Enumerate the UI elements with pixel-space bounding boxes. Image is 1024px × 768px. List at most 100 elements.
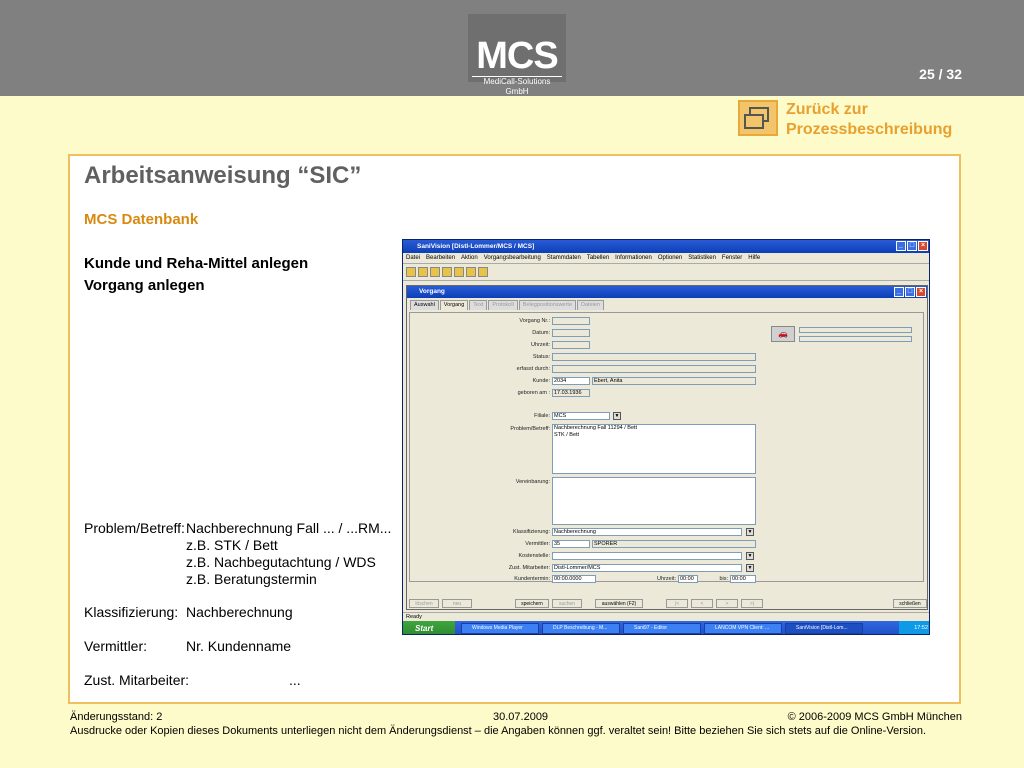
uhrzeit-bis-field[interactable]: 00:00 bbox=[730, 575, 756, 583]
vereinbarung-textarea[interactable] bbox=[552, 477, 756, 525]
status-bar: Ready bbox=[403, 612, 929, 621]
mcs-logo: MCS MediCall-Solutions GmbH bbox=[468, 14, 566, 96]
back-to-process-link[interactable]: Zurück zur Prozessbeschreibung bbox=[738, 100, 952, 140]
problem-value: Nachberechnung Fall ... / ...RM... bbox=[186, 520, 392, 536]
klass-label: Klassifizierung: bbox=[84, 604, 179, 620]
toolbar-icon[interactable] bbox=[418, 267, 428, 277]
label-vorgang-nr: Vorgang Nr.: bbox=[519, 318, 550, 324]
label-uhrzeit: Uhrzeit: bbox=[531, 342, 550, 348]
vorgang-form: Vorgang Nr.: Datum: Uhrzeit: Status: erf… bbox=[409, 312, 924, 583]
toolbar-icon[interactable] bbox=[454, 267, 464, 277]
label-filiale: Filiale: bbox=[534, 413, 550, 419]
toolbar-icon[interactable] bbox=[466, 267, 476, 277]
label-status: Status: bbox=[532, 354, 550, 360]
speichern-button[interactable]: speichern bbox=[515, 599, 549, 608]
system-clock: 17:52 bbox=[899, 621, 929, 634]
vorgang-window: Vorgang _ □ × Auswahl Vorgang Text Protoko… bbox=[406, 285, 928, 610]
heading-line2: Vorgang anlegen bbox=[84, 277, 205, 294]
problem-example1: z.B. STK / Bett bbox=[186, 537, 278, 553]
loeschen-button[interactable]: löschen bbox=[409, 599, 439, 608]
menu-fenster[interactable]: Fenster bbox=[722, 253, 742, 263]
menu-bar: Datei Bearbeiten Aktion Vorgangsbearbeit… bbox=[403, 253, 929, 264]
footer-date: 30.07.2009 bbox=[493, 711, 549, 723]
kunde-nr-field[interactable]: 2034 bbox=[552, 377, 590, 385]
menu-hilfe[interactable]: Hilfe bbox=[748, 253, 760, 263]
logo-text: MCS bbox=[476, 35, 558, 77]
menu-statistiken[interactable]: Statistiken bbox=[688, 253, 716, 263]
tab-protokoll[interactable]: Protokoll bbox=[488, 300, 518, 310]
toolbar bbox=[403, 264, 929, 281]
menu-optionen[interactable]: Optionen bbox=[658, 253, 682, 263]
schliessen-button[interactable]: schließen bbox=[893, 599, 927, 608]
chevron-down-icon[interactable]: ▼ bbox=[746, 552, 754, 560]
chevron-down-icon[interactable]: ▼ bbox=[613, 412, 621, 420]
tab-belegpositionswerte[interactable]: Belegpositionswerte bbox=[518, 300, 577, 310]
filiale-select[interactable]: MCS bbox=[552, 412, 610, 420]
menu-aktion[interactable]: Aktion bbox=[461, 253, 478, 263]
problem-textarea[interactable]: Nachberechnung Fall 11294 / Bett STK / B… bbox=[552, 424, 756, 474]
toolbar-icon[interactable] bbox=[478, 267, 488, 277]
label-datum: Datum: bbox=[532, 330, 550, 336]
last-button[interactable]: >| bbox=[741, 599, 763, 608]
close-icon[interactable]: × bbox=[918, 241, 928, 251]
uhrzeit-field bbox=[552, 341, 590, 349]
verm-value: Nr. Kundenname bbox=[186, 638, 292, 654]
first-button[interactable]: |< bbox=[666, 599, 688, 608]
sanivision-window: SaniVision [Distl-Lommer/MCS / MCS] _ □ × … bbox=[402, 239, 930, 635]
slide-subtitle: MCS Datenbank bbox=[84, 211, 199, 228]
auswaehlen-button[interactable]: auswählen (F2) bbox=[595, 599, 643, 608]
vermittler-nr-field[interactable]: 35 bbox=[552, 540, 590, 548]
minimize-icon[interactable]: _ bbox=[894, 287, 904, 297]
kostenstelle-select[interactable] bbox=[552, 552, 742, 560]
task-sanivision[interactable]: SaniVision [Distl-Lom... bbox=[785, 623, 863, 634]
maximize-icon[interactable]: □ bbox=[907, 241, 917, 251]
minimize-icon[interactable]: _ bbox=[896, 241, 906, 251]
prev-button[interactable]: < bbox=[691, 599, 713, 608]
tab-text[interactable]: Text bbox=[469, 300, 488, 310]
car-icon[interactable]: 🚗 bbox=[771, 326, 795, 342]
neu-button[interactable]: neu bbox=[442, 599, 472, 608]
menu-bearbeiten[interactable]: Bearbeiten bbox=[426, 253, 455, 263]
next-button[interactable]: > bbox=[716, 599, 738, 608]
chevron-down-icon[interactable]: ▼ bbox=[746, 564, 754, 572]
menu-datei[interactable]: Datei bbox=[406, 253, 420, 263]
start-button[interactable]: Start bbox=[403, 621, 455, 634]
toolbar-icon[interactable] bbox=[406, 267, 416, 277]
menu-vorgangsbearbeitung[interactable]: Vorgangsbearbeitung bbox=[484, 253, 541, 263]
task-lancom[interactable]: LANCOM VPN Client: ... bbox=[704, 623, 782, 634]
tab-auswahl[interactable]: Auswahl bbox=[410, 300, 439, 310]
tab-bar: Auswahl Vorgang Text Protokoll Belegposi… bbox=[407, 298, 927, 310]
car-field-2 bbox=[799, 336, 912, 342]
label-kunde: Kunde: bbox=[532, 378, 550, 384]
zust-value: ... bbox=[289, 672, 301, 688]
chevron-down-icon[interactable]: ▼ bbox=[746, 528, 754, 536]
slide-title: Arbeitsanweisung “SIC” bbox=[84, 162, 362, 189]
tab-dateien[interactable]: Dateien bbox=[577, 300, 604, 310]
car-field-1 bbox=[799, 327, 912, 333]
toolbar-icon[interactable] bbox=[442, 267, 452, 277]
footer-status: Änderungsstand: 2 bbox=[70, 711, 163, 723]
vorgang-nr-field bbox=[552, 317, 590, 325]
close-icon[interactable]: × bbox=[916, 287, 926, 297]
task-editor[interactable]: Sani97 - Editor bbox=[623, 623, 701, 634]
tab-vorgang[interactable]: Vorgang bbox=[439, 300, 469, 310]
status-field bbox=[552, 353, 756, 361]
geboren-field: 17.03.1936 bbox=[552, 389, 590, 397]
task-media-player[interactable]: Windows Media Player bbox=[461, 623, 539, 634]
header-bar: MCS MediCall-Solutions GmbH 25 / 32 bbox=[0, 0, 1024, 96]
zust-label: Zust. Mitarbeiter: bbox=[84, 672, 190, 688]
footer-copyright: © 2006-2009 MCS GmbH München bbox=[787, 711, 962, 723]
klassifizierung-select[interactable]: Nachberechnung bbox=[552, 528, 742, 536]
suchen-button[interactable]: suchen bbox=[552, 599, 582, 608]
zust-select[interactable]: Distl-Lommer/MCS bbox=[552, 564, 742, 572]
label-problem: Problem/Betreff: bbox=[510, 426, 550, 432]
menu-stammdaten[interactable]: Stammdaten bbox=[547, 253, 581, 263]
toolbar-icon[interactable] bbox=[430, 267, 440, 277]
menu-tabellen[interactable]: Tabellen bbox=[587, 253, 609, 263]
menu-informationen[interactable]: Informationen bbox=[615, 253, 652, 263]
verm-label: Vermittler: bbox=[84, 638, 148, 654]
task-dlp[interactable]: DLP Beschreibung - M... bbox=[542, 623, 620, 634]
maximize-icon[interactable]: □ bbox=[905, 287, 915, 297]
label-erfasst: erfasst durch: bbox=[516, 366, 550, 372]
logo-subtext: MediCall-Solutions GmbH bbox=[472, 76, 562, 97]
